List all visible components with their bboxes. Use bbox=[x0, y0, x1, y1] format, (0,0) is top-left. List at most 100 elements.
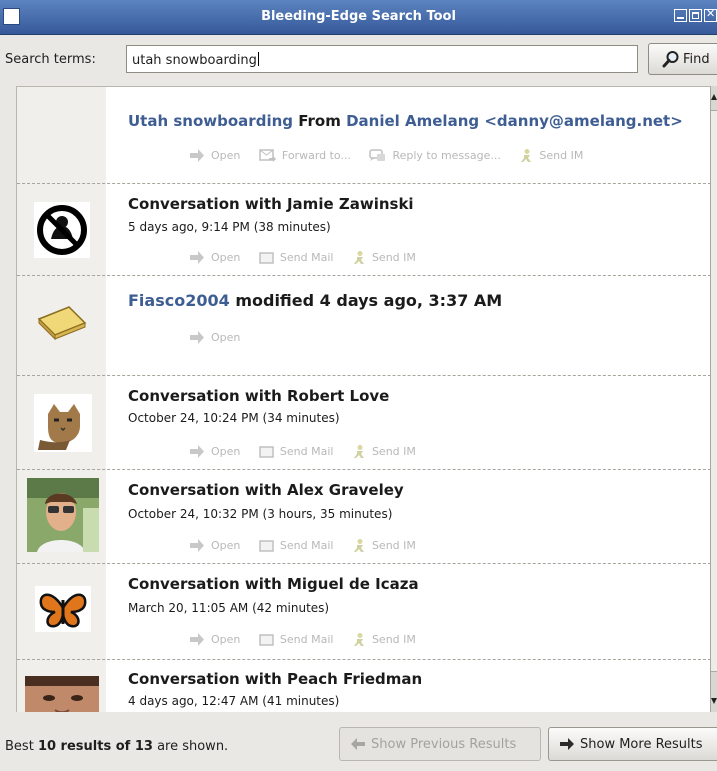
open-action[interactable]: Open bbox=[189, 445, 240, 461]
show-more-results-label: Show More Results bbox=[580, 737, 703, 752]
open-action-label: Open bbox=[211, 445, 241, 458]
result-row-conversation[interactable]: Conversation with Robert Love October 24… bbox=[17, 376, 710, 470]
open-action-label: Open bbox=[211, 149, 241, 162]
minimize-icon[interactable] bbox=[674, 9, 687, 22]
result-title: Utah snowboarding From Daniel Amelang <d… bbox=[128, 112, 683, 130]
result-row-file[interactable]: Fiasco2004 modified 4 days ago, 3:37 AM … bbox=[17, 276, 710, 376]
open-action[interactable]: Open bbox=[189, 251, 240, 267]
file-title: Fiasco2004 modified 4 days ago, 3:37 AM bbox=[128, 291, 502, 310]
result-actions: Open Send Mail Send IM bbox=[189, 538, 431, 555]
conversation-title-link[interactable]: Conversation with Alex Graveley bbox=[128, 481, 404, 499]
result-actions: Open Forward to... Reply to message... S… bbox=[189, 148, 598, 165]
send-im-action[interactable]: Send IM bbox=[352, 250, 416, 267]
scroll-down-icon[interactable] bbox=[711, 694, 717, 708]
send-im-action-label: Send IM bbox=[371, 445, 416, 458]
result-actions: Open Send Mail Send IM bbox=[189, 444, 431, 461]
send-mail-action-label: Send Mail bbox=[279, 633, 334, 646]
send-mail-action-label: Send Mail bbox=[279, 445, 334, 458]
send-im-action[interactable]: Send IM bbox=[519, 148, 583, 165]
summary-prefix: Best bbox=[5, 739, 34, 754]
reply-action-label: Reply to message... bbox=[392, 149, 501, 162]
open-action-label: Open bbox=[211, 539, 241, 552]
send-im-action-label: Send IM bbox=[539, 149, 584, 162]
butterfly-avatar bbox=[35, 586, 91, 636]
document-folder-icon bbox=[37, 301, 87, 345]
arrow-left-icon bbox=[350, 737, 366, 755]
open-action[interactable]: Open bbox=[189, 539, 240, 555]
search-input-value: utah snowboarding bbox=[132, 53, 257, 68]
result-row-email[interactable]: Utah snowboarding From Daniel Amelang <d… bbox=[17, 87, 710, 184]
person-icon bbox=[519, 148, 533, 165]
send-mail-action[interactable]: Send Mail bbox=[259, 251, 334, 267]
file-modified: modified 4 days ago, 3:37 AM bbox=[235, 291, 503, 310]
forward-action[interactable]: Forward to... bbox=[259, 149, 351, 165]
result-row-conversation[interactable]: Conversation with Miguel de Icaza March … bbox=[17, 564, 710, 660]
person-photo-avatar bbox=[27, 478, 99, 556]
person-icon bbox=[352, 444, 366, 461]
arrow-right-icon bbox=[189, 445, 205, 461]
result-actions: Open Send Mail Send IM bbox=[189, 250, 431, 267]
open-action[interactable]: Open bbox=[189, 149, 240, 165]
send-im-action-label: Send IM bbox=[371, 633, 416, 646]
open-action-label: Open bbox=[211, 331, 241, 344]
forward-mail-icon bbox=[259, 149, 276, 165]
close-icon[interactable] bbox=[704, 7, 717, 22]
conversation-meta: 4 days ago, 12:47 AM (41 minutes) bbox=[128, 694, 340, 708]
send-mail-action[interactable]: Send Mail bbox=[259, 633, 334, 649]
no-entry-avatar-icon bbox=[34, 202, 90, 262]
send-mail-action[interactable]: Send Mail bbox=[259, 539, 334, 555]
envelope-icon bbox=[259, 446, 274, 461]
conversation-meta: March 20, 11:05 AM (42 minutes) bbox=[128, 601, 330, 615]
arrow-right-icon bbox=[559, 737, 575, 755]
send-im-action-label: Send IM bbox=[371, 251, 416, 264]
arrow-right-icon bbox=[189, 251, 205, 267]
reply-action[interactable]: Reply to message... bbox=[369, 149, 501, 165]
open-action[interactable]: Open bbox=[189, 331, 240, 347]
email-subject-link[interactable]: Utah snowboarding bbox=[128, 112, 293, 130]
send-mail-action[interactable]: Send Mail bbox=[259, 445, 334, 461]
summary-count: 10 results of 13 bbox=[37, 739, 153, 754]
results-scrollbar[interactable] bbox=[710, 86, 717, 712]
person-icon bbox=[352, 538, 366, 555]
result-row-conversation[interactable]: Conversation with Peach Friedman 4 days … bbox=[17, 660, 710, 712]
results-summary: Best 10 results of 13 are shown. bbox=[5, 739, 228, 754]
search-bar: Search terms: utah snowboarding Find bbox=[0, 35, 717, 85]
send-im-action[interactable]: Send IM bbox=[352, 632, 416, 649]
envelope-icon bbox=[259, 540, 274, 555]
result-actions: Open Send Mail Send IM bbox=[189, 632, 431, 649]
arrow-right-icon bbox=[189, 539, 205, 555]
result-row-conversation[interactable]: Conversation with Jamie Zawinski 5 days … bbox=[17, 184, 710, 276]
email-sender-link[interactable]: Daniel Amelang <danny@amelang.net> bbox=[346, 112, 683, 130]
find-button[interactable]: Find bbox=[648, 43, 717, 75]
maximize-icon[interactable] bbox=[689, 9, 702, 22]
person-icon bbox=[352, 632, 366, 649]
open-action[interactable]: Open bbox=[189, 633, 240, 649]
person-icon bbox=[352, 250, 366, 267]
send-im-action[interactable]: Send IM bbox=[352, 444, 416, 461]
send-mail-action-label: Send Mail bbox=[279, 539, 334, 552]
send-mail-action-label: Send Mail bbox=[279, 251, 334, 264]
cat-avatar bbox=[34, 394, 92, 456]
scrollbar-thumb[interactable] bbox=[711, 110, 717, 672]
conversation-title-link[interactable]: Conversation with Miguel de Icaza bbox=[128, 575, 419, 593]
show-previous-results-label: Show Previous Results bbox=[371, 737, 517, 752]
result-row-conversation[interactable]: Conversation with Alex Graveley October … bbox=[17, 470, 710, 564]
from-label: From bbox=[298, 112, 341, 130]
search-input[interactable]: utah snowboarding bbox=[126, 45, 638, 73]
show-previous-results-button[interactable]: Show Previous Results bbox=[339, 727, 541, 761]
file-name-link[interactable]: Fiasco2004 bbox=[128, 291, 230, 310]
send-im-action[interactable]: Send IM bbox=[352, 538, 416, 555]
send-im-action-label: Send IM bbox=[371, 539, 416, 552]
status-bar: Best 10 results of 13 are shown. Show Pr… bbox=[0, 712, 717, 771]
show-more-results-button[interactable]: Show More Results bbox=[548, 727, 717, 761]
arrow-right-icon bbox=[189, 331, 205, 347]
arrow-right-icon bbox=[189, 149, 205, 165]
conversation-title-link[interactable]: Conversation with Peach Friedman bbox=[128, 670, 422, 688]
conversation-title-link[interactable]: Conversation with Jamie Zawinski bbox=[128, 195, 414, 213]
window-titlebar[interactable]: Bleeding-Edge Search Tool bbox=[0, 0, 717, 35]
conversation-meta: 5 days ago, 9:14 PM (38 minutes) bbox=[128, 220, 331, 234]
scroll-up-icon[interactable] bbox=[711, 90, 717, 104]
conversation-meta: October 24, 10:24 PM (34 minutes) bbox=[128, 411, 340, 425]
result-actions: Open bbox=[189, 331, 255, 347]
conversation-title-link[interactable]: Conversation with Robert Love bbox=[128, 387, 389, 405]
